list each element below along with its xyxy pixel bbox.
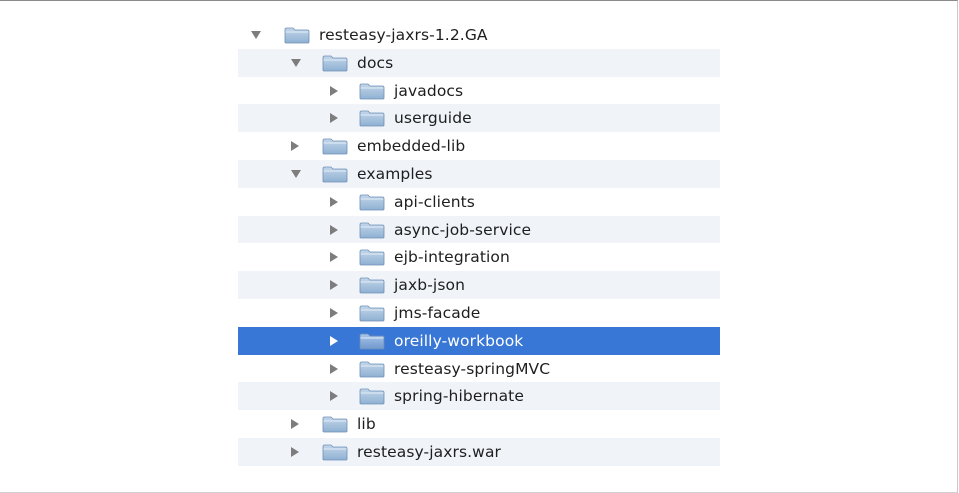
folder-icon (359, 82, 385, 100)
disclosure-triangle-collapsed-icon[interactable] (291, 141, 299, 152)
folder-icon (359, 332, 385, 350)
tree-row[interactable]: oreilly-workbook (238, 326, 720, 355)
tree-item-label: async-job-service (394, 220, 532, 239)
tree-item-label: javadocs (394, 81, 464, 100)
folder-icon (359, 387, 385, 405)
file-tree: resteasy-jaxrs-1.2.GA docs javadocs usergui… (238, 21, 720, 466)
tree-item-label: spring-hibernate (394, 387, 524, 406)
disclosure-triangle-collapsed-icon[interactable] (291, 446, 299, 457)
folder-icon (359, 193, 385, 211)
folder-icon (359, 360, 385, 378)
folder-icon (322, 415, 348, 433)
tree-row[interactable]: resteasy-jaxrs-1.2.GA (238, 21, 720, 49)
disclosure-triangle-collapsed-icon[interactable] (291, 419, 299, 430)
tree-row[interactable]: ejb-integration (238, 243, 720, 271)
disclosure-triangle-collapsed-icon[interactable] (330, 307, 338, 318)
tree-row[interactable]: jms-facade (238, 299, 720, 327)
tree-row[interactable]: resteasy-jaxrs.war (238, 437, 720, 466)
tree-item-label: examples (357, 164, 433, 183)
disclosure-triangle-expanded-icon[interactable] (251, 31, 261, 39)
tree-row[interactable]: jaxb-json (238, 271, 720, 299)
tree-item-label: resteasy-jaxrs-1.2.GA (319, 26, 488, 44)
folder-icon (322, 443, 348, 461)
disclosure-triangle-expanded-icon[interactable] (291, 169, 301, 178)
folder-icon (322, 54, 348, 72)
tree-item-label: resteasy-springMVC (394, 359, 551, 378)
disclosure-triangle-collapsed-icon[interactable] (330, 252, 338, 263)
tree-item-label: jms-facade (394, 303, 481, 322)
folder-icon (322, 165, 348, 183)
tree-item-label: api-clients (394, 192, 475, 211)
tree-item-label: lib (357, 415, 376, 434)
tree-item-label: oreilly-workbook (394, 331, 524, 350)
folder-icon (359, 276, 385, 294)
tree-row[interactable]: javadocs (238, 77, 720, 105)
tree-item-label: docs (357, 53, 394, 72)
folder-icon (359, 248, 385, 266)
folder-icon (284, 26, 310, 44)
tree-row[interactable]: userguide (238, 104, 720, 133)
disclosure-triangle-collapsed-icon[interactable] (330, 280, 338, 291)
tree-item-label: ejb-integration (394, 248, 510, 267)
disclosure-triangle-collapsed-icon[interactable] (330, 196, 338, 207)
disclosure-triangle-collapsed-icon[interactable] (330, 391, 338, 402)
folder-icon (359, 221, 385, 239)
folder-icon (359, 304, 385, 322)
tree-item-label: jaxb-json (394, 276, 465, 295)
disclosure-triangle-collapsed-icon[interactable] (330, 85, 338, 96)
disclosure-triangle-collapsed-icon[interactable] (330, 363, 338, 374)
disclosure-triangle-collapsed-icon[interactable] (330, 113, 338, 124)
disclosure-triangle-collapsed-icon[interactable] (330, 335, 338, 346)
tree-item-label: resteasy-jaxrs.war (357, 442, 502, 461)
tree-item-label: userguide (394, 109, 472, 128)
tree-row[interactable]: resteasy-springMVC (238, 355, 720, 383)
tree-row[interactable]: examples (238, 159, 720, 188)
folder-icon (322, 137, 348, 155)
tree-row[interactable]: embedded-lib (238, 132, 720, 160)
tree-row[interactable]: spring-hibernate (238, 382, 720, 411)
tree-row[interactable]: async-job-service (238, 215, 720, 244)
tree-row[interactable]: api-clients (238, 188, 720, 216)
disclosure-triangle-collapsed-icon[interactable] (330, 224, 338, 235)
tree-row[interactable]: lib (238, 410, 720, 438)
tree-row[interactable]: docs (238, 48, 720, 77)
folder-icon (359, 109, 385, 127)
tree-item-label: embedded-lib (357, 137, 466, 156)
disclosure-triangle-expanded-icon[interactable] (291, 58, 301, 67)
